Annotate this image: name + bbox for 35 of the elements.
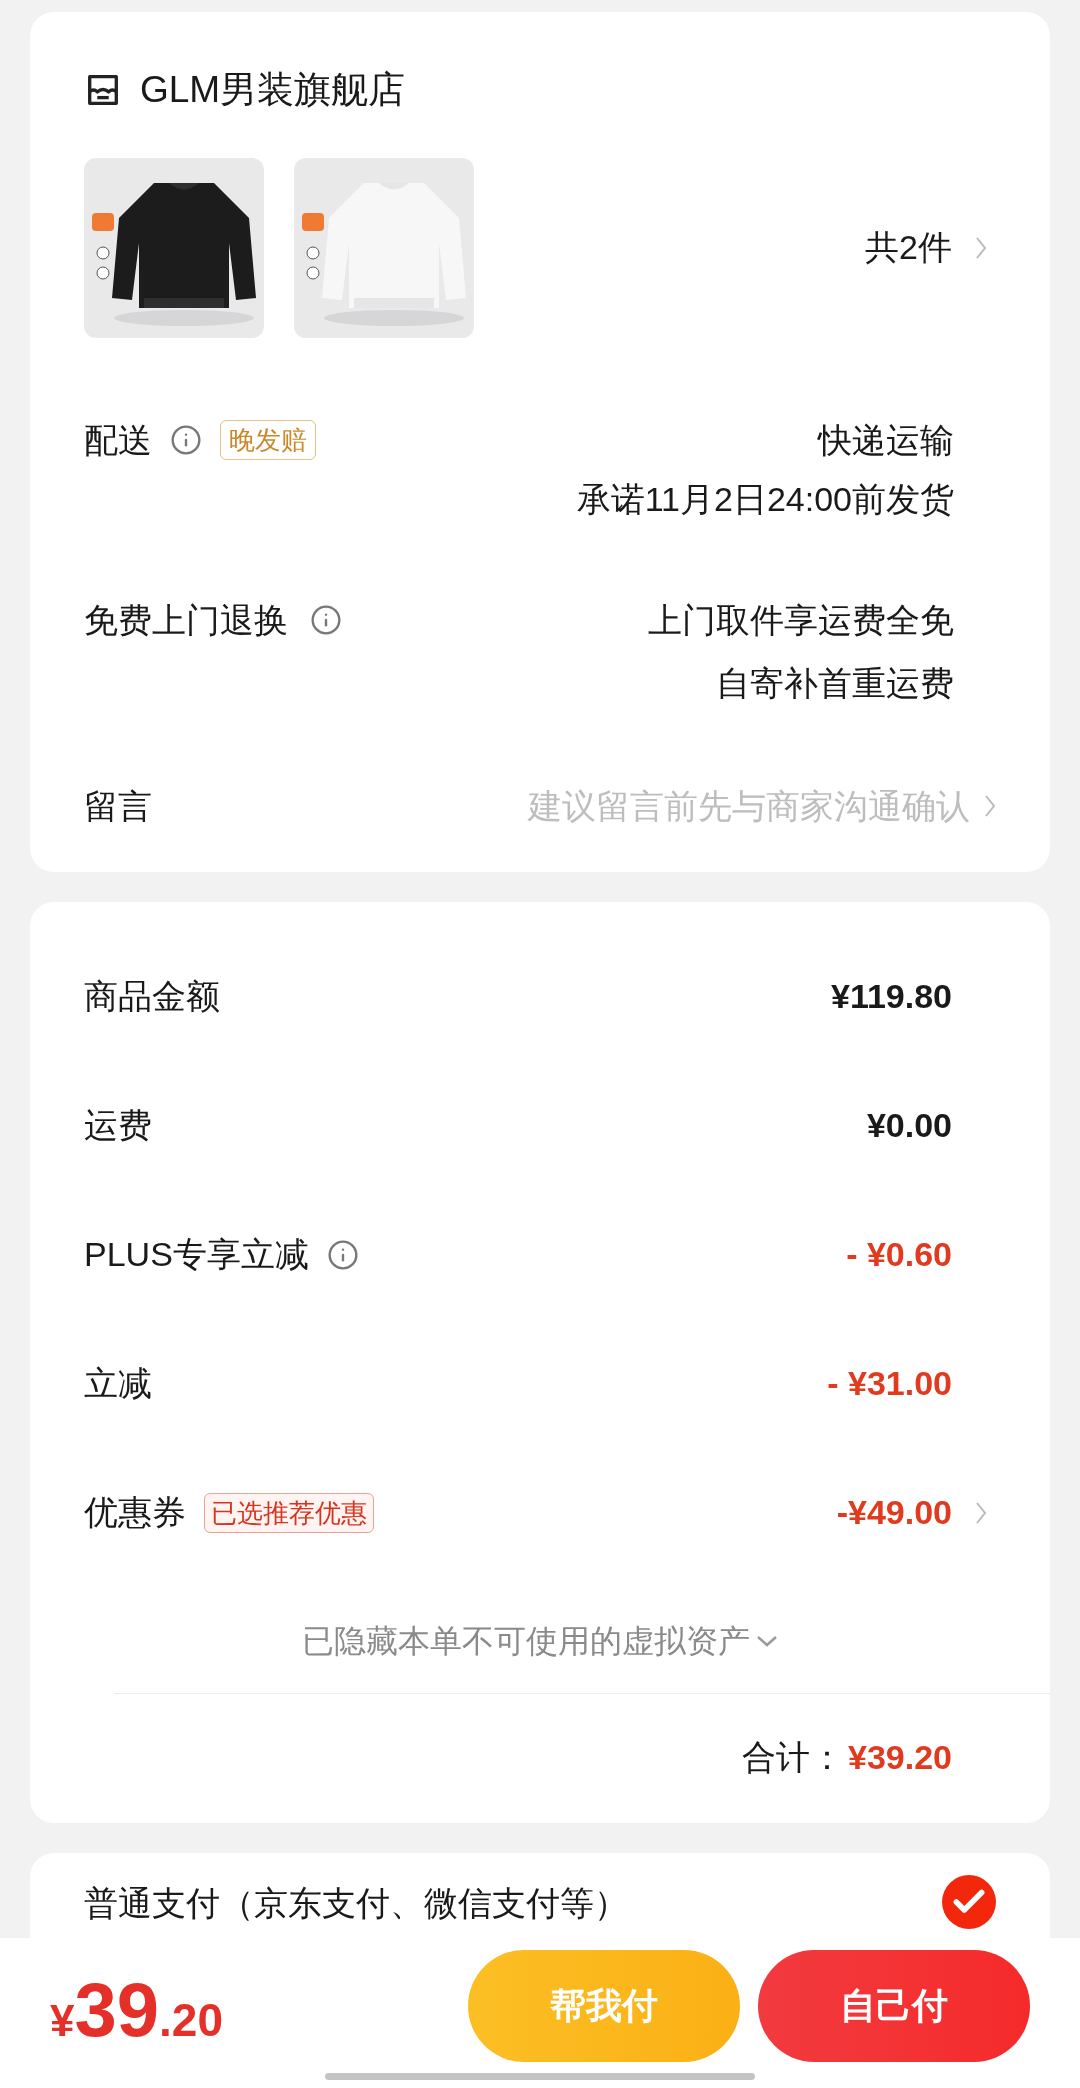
coupon-badge: 已选推荐优惠 [204, 1492, 374, 1533]
amount-value: - ¥31.00 [827, 1363, 952, 1404]
amount-label: 运费 [84, 1105, 152, 1146]
info-icon[interactable] [170, 424, 202, 456]
delivery-info: 承诺11月2日24:00前发货 [576, 478, 954, 520]
return-info: 上门取件享运费全免 [648, 599, 954, 641]
price-decimal: .20 [159, 1992, 223, 2048]
message-label: 留言 [84, 785, 152, 827]
return-info: 自寄补首重运费 [716, 662, 954, 704]
price-integer: 39 [74, 1971, 160, 2048]
store-name[interactable]: GLM男装旗舰店 [140, 62, 406, 118]
total-label: 合计： [742, 1736, 844, 1778]
pay-button[interactable]: 自己付 [758, 1950, 1030, 2062]
price-currency: ¥ [50, 1995, 75, 2047]
message-field[interactable]: 建议留言前先与商家沟通确认 [410, 780, 970, 832]
info-icon[interactable] [310, 604, 342, 636]
amount-value: ¥0.00 [866, 1105, 952, 1146]
amount-value: -¥49.00 [836, 1492, 952, 1533]
return-label: 免费上门退换 [84, 599, 288, 641]
amount-label: 立减 [84, 1363, 152, 1404]
chevron-right-icon [984, 794, 996, 818]
amount-label: PLUS专享立减 [84, 1234, 309, 1275]
delivery-label: 配送 [84, 419, 152, 461]
delivery-info: 快递运输 [818, 419, 954, 461]
amount-value: - ¥0.60 [846, 1234, 952, 1275]
info-icon[interactable] [326, 1238, 359, 1271]
chevron-right-icon [975, 235, 987, 260]
amount-label: 商品金额 [84, 976, 220, 1017]
amount-value: ¥119.80 [830, 976, 952, 1017]
payment-option[interactable]: 普通支付（京东支付、微信支付等） [84, 1880, 628, 1925]
item-count[interactable]: 共2件 [865, 222, 952, 273]
selected-check-icon[interactable] [942, 1874, 996, 1929]
amount-label: 优惠券 [84, 1492, 186, 1533]
total-value: ¥39.20 [848, 1736, 952, 1778]
late-compensation-badge: 晚发赔 [220, 420, 316, 460]
